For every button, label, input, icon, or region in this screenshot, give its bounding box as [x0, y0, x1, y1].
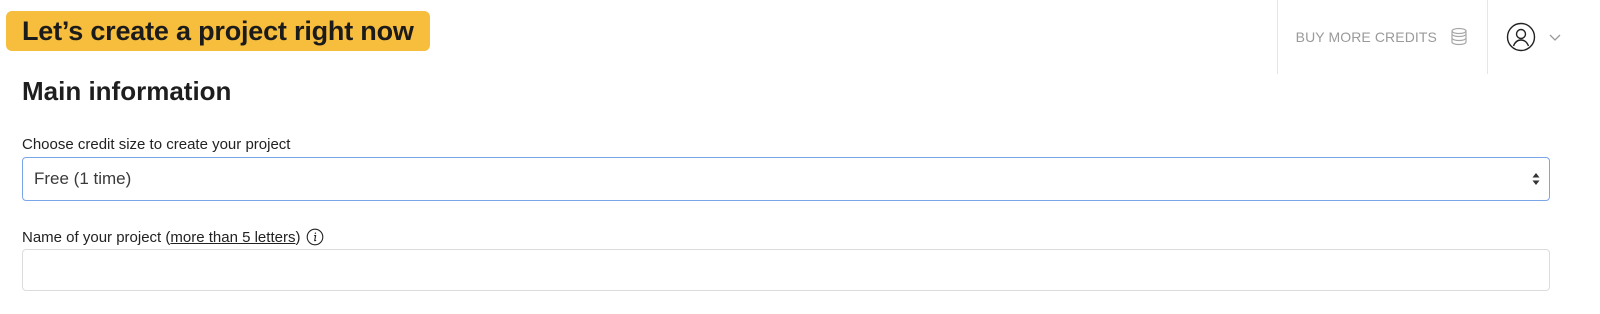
- credit-size-selected-value: Free (1 time): [34, 169, 132, 188]
- project-name-input[interactable]: [22, 249, 1550, 291]
- project-name-label: Name of your project (more than 5 letter…: [22, 228, 324, 246]
- banner-title: Let’s create a project right now: [22, 15, 414, 46]
- credit-size-select[interactable]: Free (1 time): [22, 157, 1550, 201]
- page-banner: Let’s create a project right now: [6, 11, 430, 51]
- user-avatar-icon: [1506, 22, 1536, 52]
- name-requirements-link[interactable]: more than 5 letters: [170, 229, 295, 246]
- top-header: BUY MORE CREDITS: [1276, 0, 1600, 74]
- buy-more-credits-label: BUY MORE CREDITS: [1295, 29, 1437, 45]
- info-icon[interactable]: [306, 228, 324, 246]
- coins-icon: [1449, 27, 1469, 47]
- buy-more-credits-button[interactable]: BUY MORE CREDITS: [1276, 0, 1488, 74]
- select-arrows-icon: [1532, 171, 1540, 187]
- credit-size-label: Choose credit size to create your projec…: [22, 136, 291, 153]
- project-name-label-prefix: Name of your project (: [22, 228, 171, 246]
- project-name-label-suffix: ): [295, 228, 301, 246]
- user-menu[interactable]: [1488, 0, 1600, 74]
- chevron-down-icon: [1548, 30, 1562, 44]
- create-project-page: Let’s create a project right now BUY MOR…: [0, 0, 1600, 314]
- section-title: Main information: [22, 76, 232, 106]
